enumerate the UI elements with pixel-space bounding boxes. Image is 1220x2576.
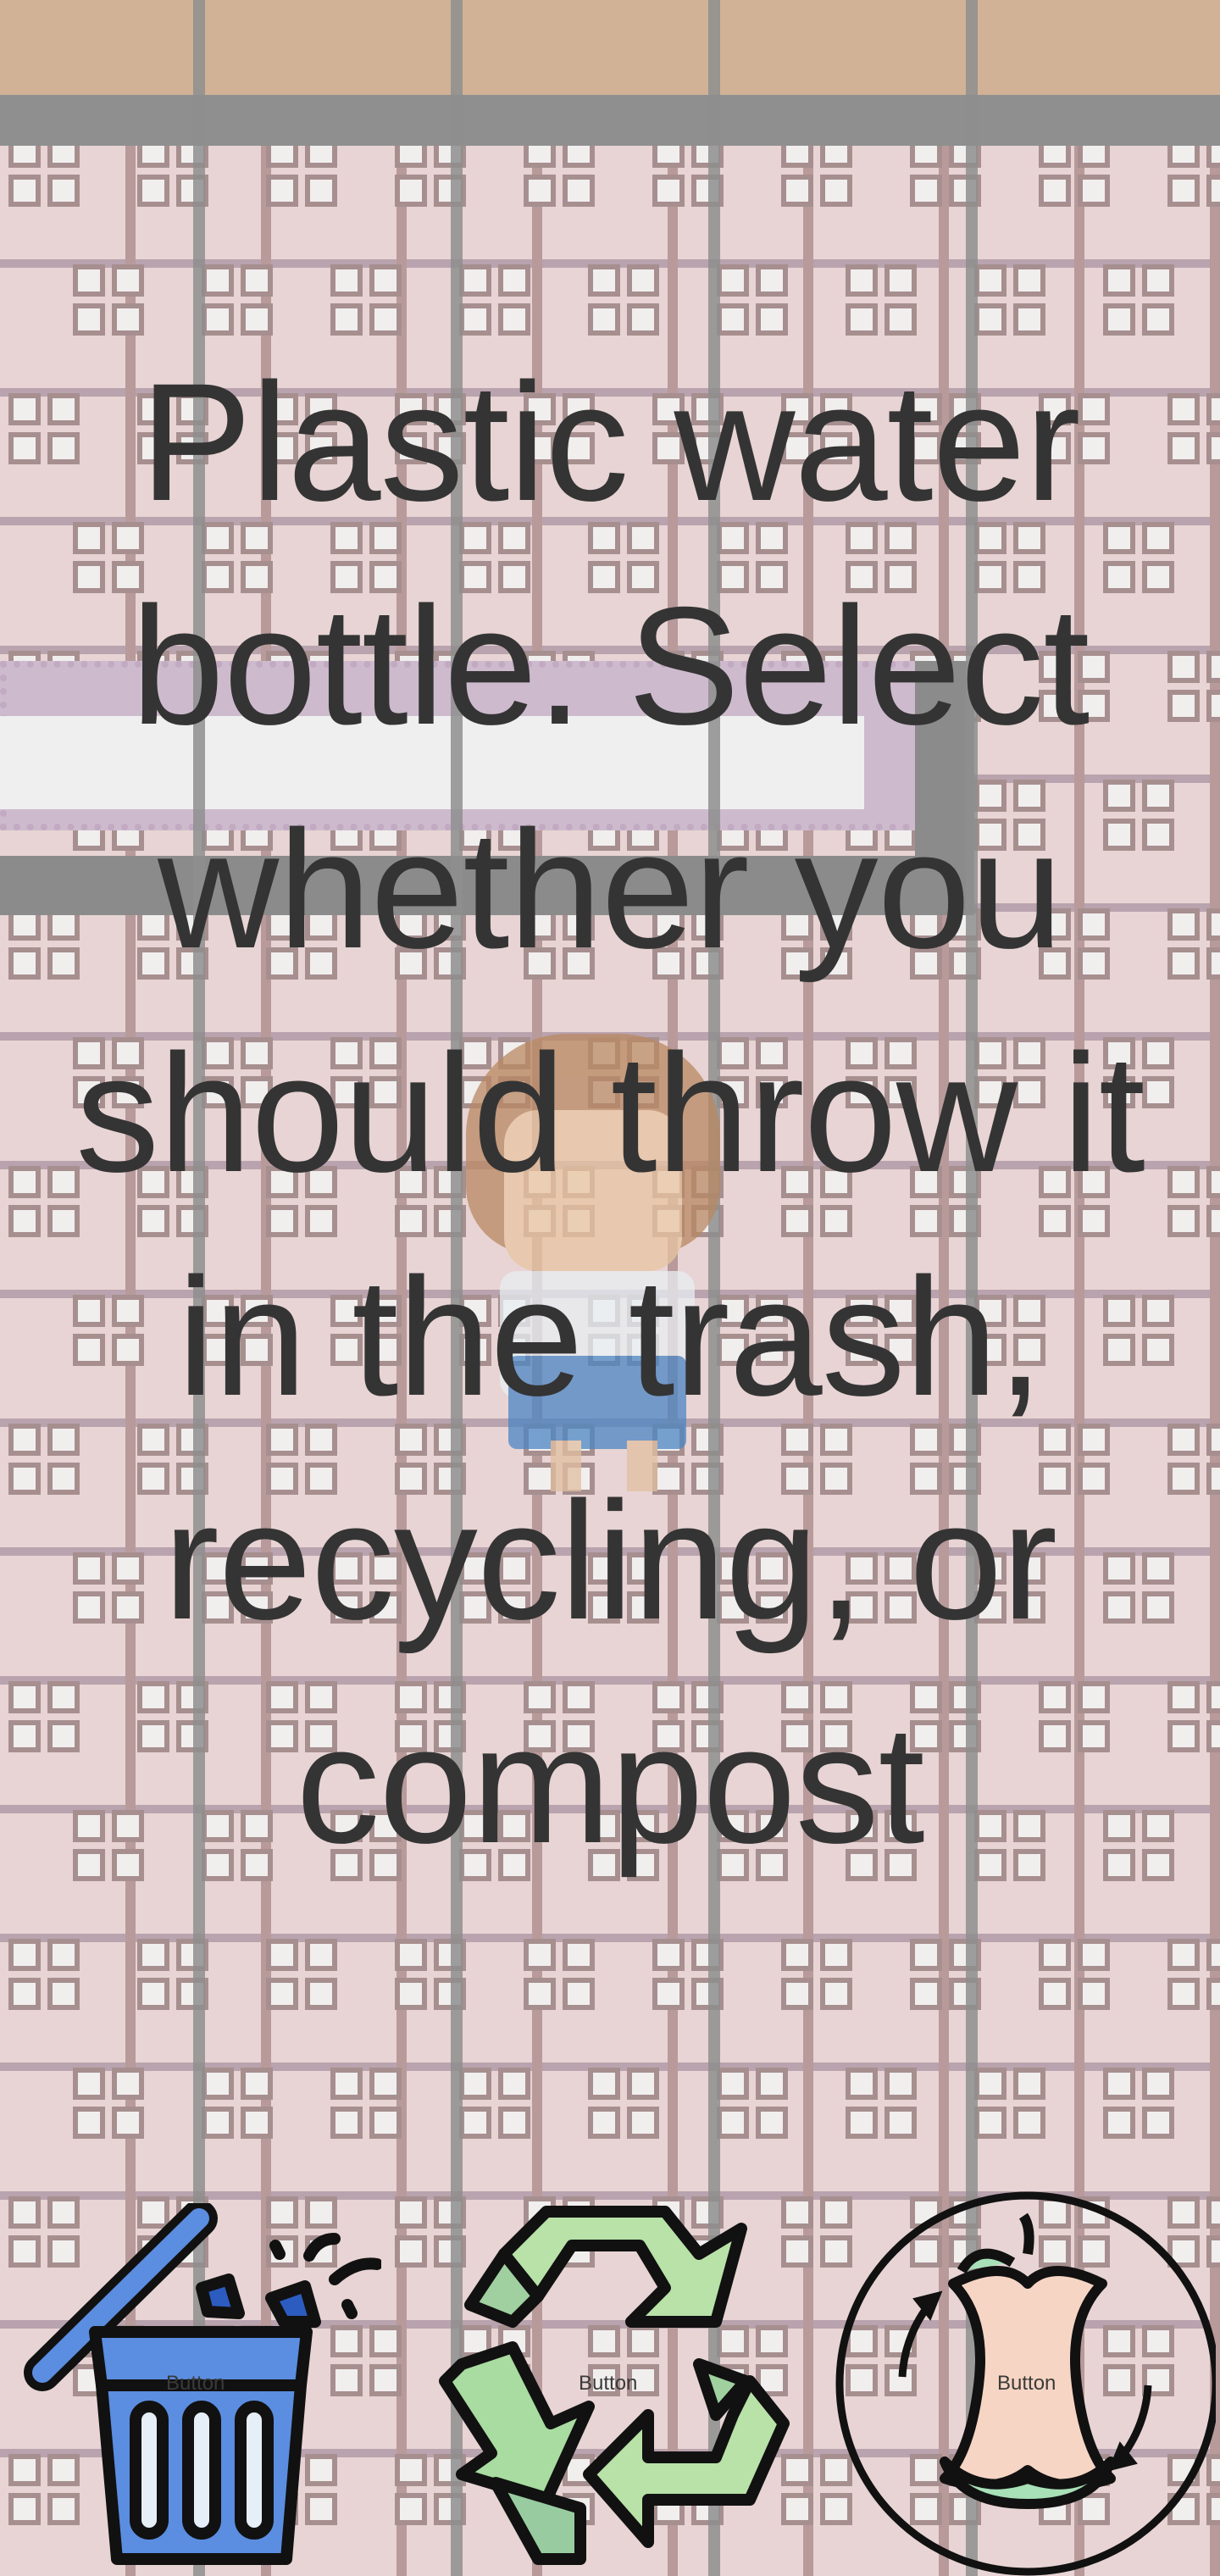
floor-tile (137, 1939, 230, 2032)
floor-tile (1103, 2068, 1196, 2161)
game-scene: Plastic water bottle. Select whether you… (0, 0, 1220, 2576)
floor-tile (717, 2068, 810, 2161)
floor-tile (652, 1939, 746, 2032)
floor-tile (266, 136, 359, 229)
floor-tile (1167, 136, 1220, 229)
floor-tile (8, 1939, 102, 2032)
floor-tile (266, 1939, 359, 2032)
floor-tile (137, 136, 230, 229)
floor-tile (459, 2068, 552, 2161)
trash-button-label: Button (166, 2372, 225, 2395)
floor-tile (73, 2068, 166, 2161)
floor-tile (395, 136, 488, 229)
top-wall-shadow (0, 95, 1220, 146)
floor-tile (330, 2068, 424, 2161)
compost-button-label: Button (997, 2372, 1056, 2395)
floor-tile (8, 136, 102, 229)
floor-tile (1039, 1939, 1132, 2032)
floor-tile (395, 1939, 488, 2032)
floor-tile (652, 136, 746, 229)
floor-tile (910, 136, 1003, 229)
floor-tile (781, 136, 874, 229)
floor-tile (588, 2068, 681, 2161)
floor-tile (974, 2068, 1068, 2161)
floor-tile (1039, 136, 1132, 229)
floor-tile (910, 1939, 1003, 2032)
top-wall (0, 0, 1220, 95)
question-text: Plastic water bottle. Select whether you… (75, 348, 1145, 1878)
recycle-button-label: Button (579, 2372, 638, 2395)
floor-tile (846, 2068, 939, 2161)
floor-tile (524, 1939, 617, 2032)
floor-tile (1167, 1939, 1220, 2032)
floor-tile (524, 136, 617, 229)
floor-tile (202, 2068, 295, 2161)
floor-tile (781, 1939, 874, 2032)
